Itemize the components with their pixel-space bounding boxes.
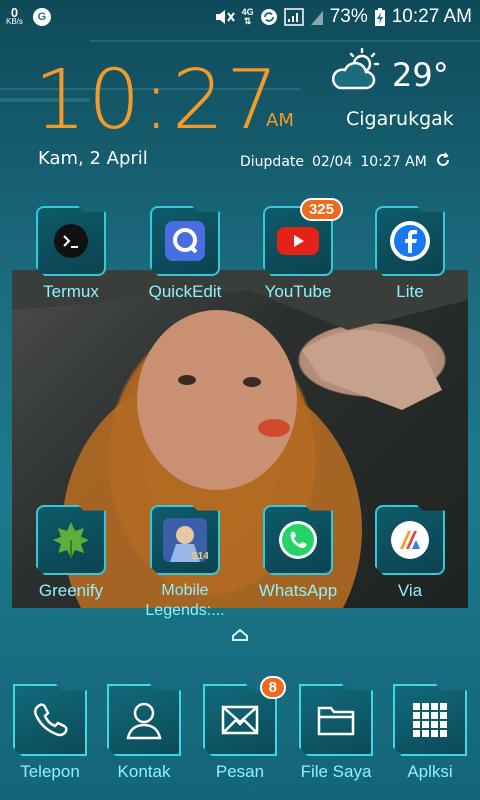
dock-label: Pesan bbox=[215, 762, 265, 781]
dock-phone[interactable]: Telepon bbox=[4, 684, 96, 782]
updated-label: Diupdate bbox=[240, 154, 304, 170]
via-browser-icon bbox=[375, 505, 445, 575]
weather-location[interactable]: Cigarukgak bbox=[346, 108, 454, 130]
signal-bars-icon bbox=[310, 8, 324, 26]
app-label: Via bbox=[397, 581, 423, 600]
clock-date[interactable]: Kam, 2 April bbox=[38, 148, 148, 169]
status-bar: 0 KB/s G 4G ⇅ 73% 10:27 AM bbox=[0, 0, 480, 34]
dock-files[interactable]: File Saya bbox=[290, 684, 382, 782]
network-speed-value: 0 bbox=[10, 5, 19, 20]
app-youtube[interactable]: 325 YouTube bbox=[253, 198, 343, 302]
updated-time: 10:27 AM bbox=[360, 154, 427, 170]
contacts-icon bbox=[107, 684, 181, 756]
app-termux[interactable]: Termux bbox=[26, 206, 116, 302]
svg-text:S14: S14 bbox=[191, 551, 208, 562]
notification-g-icon: G bbox=[32, 8, 51, 26]
app-quickedit[interactable]: QuickEdit bbox=[140, 206, 230, 302]
mute-icon bbox=[214, 8, 236, 26]
clock-ampm: AM bbox=[266, 110, 294, 131]
app-label: YouTube bbox=[264, 282, 332, 301]
sync-icon bbox=[260, 8, 278, 26]
battery-percent: 73% bbox=[329, 6, 368, 27]
dock-label: File Saya bbox=[300, 762, 372, 781]
updated-date: 02/04 bbox=[312, 154, 353, 170]
dock-label: Aplksi bbox=[407, 762, 453, 781]
app-label: Greenify bbox=[38, 581, 104, 600]
app-facebook-lite[interactable]: Lite bbox=[365, 206, 455, 302]
decor-line bbox=[90, 40, 480, 42]
app-label: Mobile Legends:... bbox=[145, 582, 225, 619]
app-drawer-caret-icon[interactable] bbox=[230, 628, 250, 648]
dock-label: Telepon bbox=[20, 762, 80, 781]
notification-badge: 8 bbox=[259, 676, 286, 699]
dock-contacts[interactable]: Kontak bbox=[98, 684, 190, 782]
notification-badge: 325 bbox=[299, 198, 343, 221]
dock-messages[interactable]: 8 Pesan bbox=[194, 676, 286, 782]
app-whatsapp[interactable]: WhatsApp bbox=[253, 505, 343, 601]
network-speed-unit: KB/s bbox=[6, 17, 23, 26]
app-via[interactable]: Via bbox=[365, 505, 455, 601]
folder-icon bbox=[299, 684, 373, 756]
greenify-icon bbox=[36, 505, 106, 575]
dock-label: Kontak bbox=[117, 762, 171, 781]
apps-grid-icon bbox=[393, 684, 467, 756]
network-speed: 0 KB/s bbox=[6, 5, 23, 26]
app-label: WhatsApp bbox=[258, 581, 338, 600]
signal-icon bbox=[283, 8, 304, 26]
partly-cloudy-icon[interactable] bbox=[330, 47, 384, 98]
weather-updated[interactable]: Diupdate 02/04 10:27 AM bbox=[240, 152, 451, 172]
app-label: Termux bbox=[43, 282, 99, 301]
refresh-icon[interactable] bbox=[435, 152, 451, 172]
app-label: Lite bbox=[396, 282, 424, 301]
termux-icon bbox=[36, 206, 106, 276]
status-time: 10:27 AM bbox=[391, 6, 472, 27]
quickedit-icon bbox=[150, 206, 220, 276]
app-label: QuickEdit bbox=[148, 282, 222, 301]
clock-time[interactable]: 10:27 bbox=[34, 56, 280, 146]
battery-charging-icon bbox=[374, 7, 386, 27]
whatsapp-icon bbox=[263, 505, 333, 575]
app-mobile-legends[interactable]: S14 Mobile Legends:... bbox=[140, 505, 230, 621]
phone-icon bbox=[13, 684, 87, 756]
data-4g-icon: 4G ⇅ bbox=[241, 7, 254, 26]
mobile-legends-icon: S14 bbox=[150, 505, 220, 575]
app-greenify[interactable]: Greenify bbox=[26, 505, 116, 601]
dock-apps[interactable]: Aplksi bbox=[384, 684, 476, 782]
weather-temperature[interactable]: 29° bbox=[392, 56, 449, 94]
facebook-lite-icon bbox=[375, 206, 445, 276]
